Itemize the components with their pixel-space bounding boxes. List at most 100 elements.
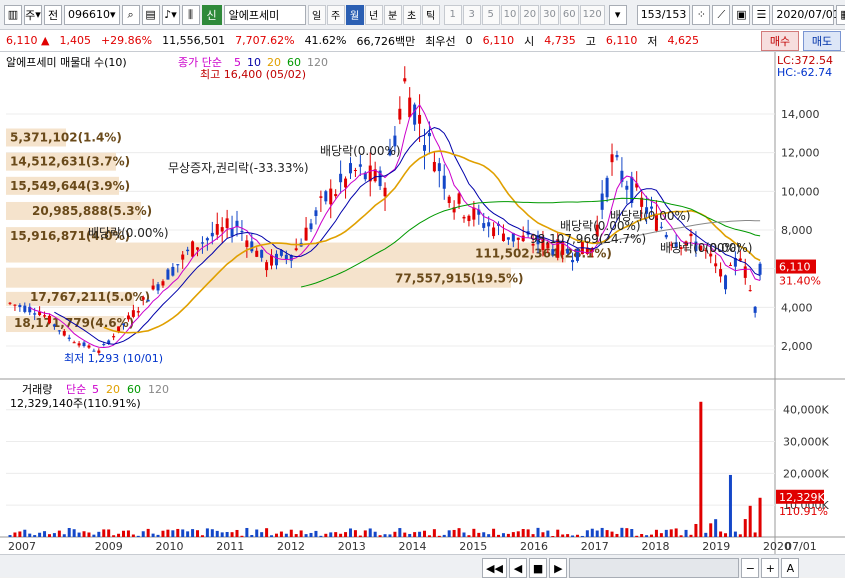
max-price-note: 최고 16,400 (05/02) (200, 68, 306, 81)
volume-bar (625, 528, 629, 537)
grid-icon[interactable]: ⁘ (692, 4, 711, 25)
volume-bar (753, 532, 757, 537)
count-input[interactable]: 153/153 (636, 4, 691, 25)
period-tab-틱[interactable]: 틱 (421, 4, 440, 25)
layout-icon[interactable]: ▥ (4, 4, 22, 25)
interval-tab-60[interactable]: 60 (559, 4, 579, 25)
volume-bar (67, 528, 71, 537)
candle-body (235, 220, 239, 227)
volume-bar (121, 530, 125, 537)
period-tab-초[interactable]: 초 (402, 4, 421, 25)
stop-icon[interactable]: ■ (528, 558, 548, 578)
volume-bar (724, 533, 728, 537)
sell-button[interactable]: 매도 (803, 31, 841, 51)
rewind-icon[interactable]: ◀◀ (482, 558, 507, 578)
trade-amount: 66,726백만 (356, 34, 416, 48)
volume-bar (413, 532, 417, 537)
volume-bar (304, 534, 308, 537)
candle-body (344, 178, 348, 188)
volume-profile-label: 15,549,644(3.9%) (10, 179, 130, 193)
date-input[interactable]: 2020/07/01 (772, 4, 840, 25)
font-icon[interactable]: A (781, 558, 800, 578)
volume-ma-period-60: 60 (127, 383, 141, 396)
candle-body (501, 233, 505, 242)
candle-body (575, 248, 579, 261)
x-axis-year-label: 2013 (338, 540, 366, 553)
doc-icon[interactable]: ▤ (141, 4, 160, 25)
interval-tab-10[interactable]: 10 (500, 4, 520, 25)
candle-body (43, 315, 47, 317)
buy-button[interactable]: 매수 (761, 31, 799, 51)
volume-bar (13, 532, 17, 537)
candle-body (28, 306, 32, 313)
volume-bar (383, 534, 387, 537)
volume-bar (102, 529, 106, 537)
interval-tab-5[interactable]: 5 (481, 4, 500, 25)
prev-icon[interactable]: ◀ (508, 558, 527, 578)
x-axis-year-label: 2018 (642, 540, 670, 553)
zoom-in-icon[interactable]: + (761, 558, 780, 578)
stock-code-input[interactable]: 096610 ▾ (64, 4, 120, 25)
volume-bar (654, 529, 658, 537)
market-select[interactable]: 주 ▾ (24, 4, 42, 25)
volume-bar (97, 531, 101, 537)
volume-bar (344, 532, 348, 537)
tab-jeon-button[interactable]: 전 (44, 4, 62, 25)
settings-icon[interactable]: ☰ (752, 4, 771, 25)
interval-tab-3[interactable]: 3 (462, 4, 481, 25)
tools-dropdown[interactable]: ▾ (608, 4, 627, 25)
line-tool-icon[interactable]: ⟋ (712, 4, 731, 25)
volume-bar (72, 529, 76, 537)
next-icon[interactable]: ▶ (549, 558, 568, 578)
calendar-icon[interactable]: ▦ (836, 4, 845, 25)
volume-bar (200, 535, 204, 537)
price-volume-chart[interactable]: 14,00012,00010,0008,0006,0004,0002,0005,… (0, 52, 845, 554)
volume-bar (566, 534, 570, 537)
sound-icon[interactable]: ♪▾ (161, 4, 180, 25)
bar-icon[interactable]: ⫼ (181, 4, 200, 25)
period-tab-일[interactable]: 일 (307, 4, 326, 25)
candle-body (571, 259, 575, 263)
volume-bar (8, 535, 12, 537)
volume-bar (398, 528, 402, 537)
best-label: 최우선 (425, 34, 456, 48)
save-icon[interactable]: ▣ (732, 4, 751, 25)
event-label: 무상증자,권리락(-33.33%) (168, 161, 309, 175)
candle-body (314, 210, 318, 217)
volume-profile-label: 18,171,779(4.6%) (14, 316, 134, 330)
volume-bar (348, 528, 352, 537)
candle-body (141, 297, 145, 300)
volume-bar (501, 533, 505, 537)
volume-bar (146, 528, 150, 537)
interval-tab-20[interactable]: 20 (520, 4, 540, 25)
search-icon[interactable]: ⌕ (121, 4, 140, 25)
candle-body (176, 264, 180, 266)
volume-bar (196, 530, 200, 537)
volume-bar (112, 535, 116, 537)
current-price: 6,110 ▲ (6, 34, 50, 47)
candle-body (102, 344, 106, 346)
period-tab-분[interactable]: 분 (383, 4, 402, 25)
chart-area[interactable]: 14,00012,00010,0008,0006,0004,0002,0005,… (0, 52, 845, 577)
last-price-tag: 6,110 (779, 261, 811, 274)
volume-bar (758, 497, 762, 537)
period-tab-월[interactable]: 월 (345, 4, 364, 25)
zoom-out-icon[interactable]: − (741, 558, 760, 578)
volume-bar (270, 535, 274, 537)
scroll-track[interactable] (569, 558, 740, 578)
period-tab-주[interactable]: 주 (326, 4, 345, 25)
x-axis-year-label: 2015 (459, 540, 487, 553)
credit-tag: 신 (201, 4, 222, 25)
volume-bar (43, 531, 47, 537)
interval-tab-120[interactable]: 120 (579, 4, 605, 25)
x-axis-year-label: 2014 (399, 540, 427, 553)
period-tab-년[interactable]: 년 (364, 4, 383, 25)
candle-body (18, 305, 22, 308)
volume-bar (156, 534, 160, 537)
volume-bar (546, 530, 550, 537)
volume-bar (329, 532, 333, 537)
interval-tab-1[interactable]: 1 (443, 4, 462, 25)
price-panel-title: 알에프세미 매물대 수(10) (6, 55, 127, 69)
interval-tab-30[interactable]: 30 (540, 4, 559, 25)
volume-bar (526, 529, 530, 537)
